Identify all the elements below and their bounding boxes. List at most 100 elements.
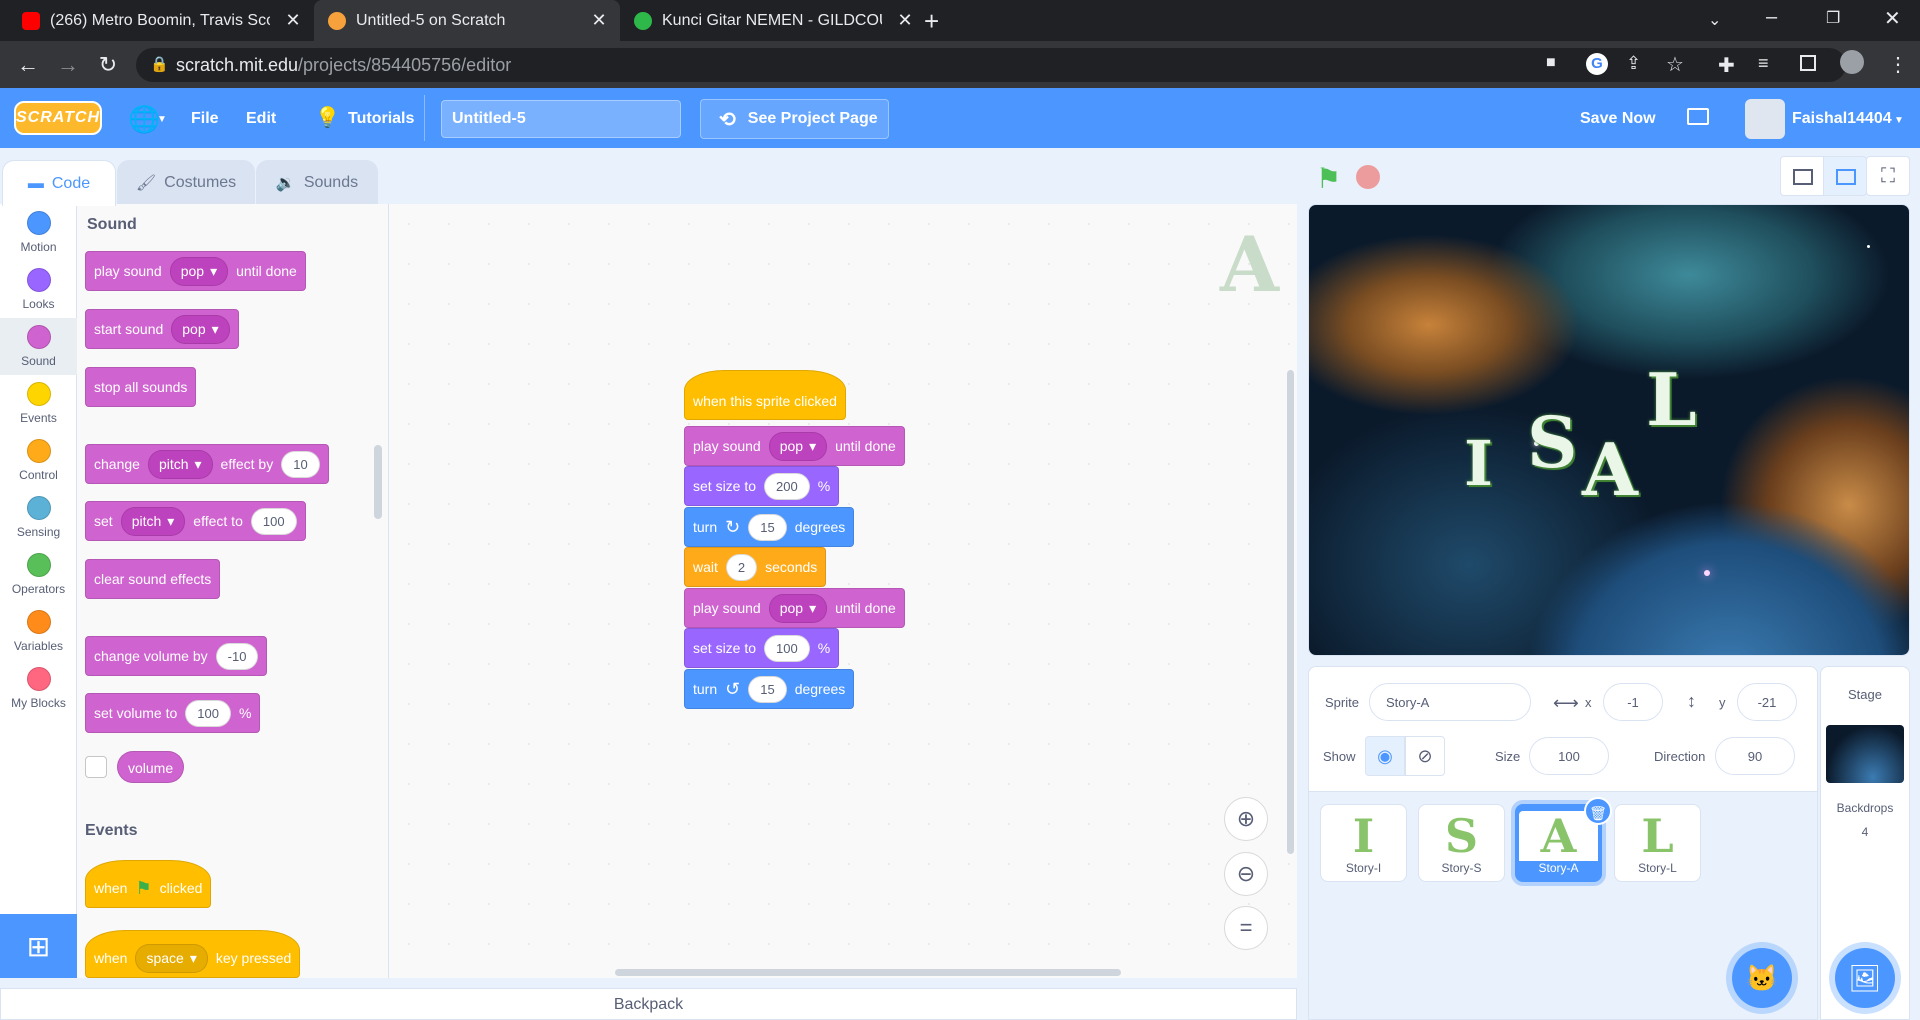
sprite-tile-story-i[interactable]: I Story-I — [1320, 804, 1407, 882]
close-icon[interactable]: ✕ — [586, 10, 612, 31]
reload-icon[interactable]: ↻ — [88, 52, 128, 78]
add-extension-button[interactable]: ⊞ — [0, 914, 77, 978]
extensions-puzzle-icon[interactable]: ✚ — [1718, 53, 1735, 78]
number-input[interactable]: 2 — [725, 553, 758, 581]
google-icon[interactable]: G — [1586, 53, 1608, 75]
block-play-sound-until-done[interactable]: play sound pop ▾ until done — [85, 251, 306, 291]
url-bar[interactable]: 🔒 scratch.mit.edu/projects/854405756/edi… — [136, 48, 1846, 82]
script-set-size-to-2[interactable]: set size to 100 % — [684, 628, 840, 668]
script-play-sound-until-done-2[interactable]: play sound pop ▾ until done — [684, 588, 905, 628]
user-avatar[interactable] — [1745, 99, 1785, 139]
bookmark-star-icon[interactable]: ☆ — [1666, 52, 1684, 77]
block-set-volume-to[interactable]: set volume to 100 % — [85, 693, 261, 733]
category-events[interactable]: Events — [0, 375, 77, 432]
number-input[interactable]: 15 — [748, 513, 787, 541]
workspace-vertical-scrollbar[interactable] — [1287, 370, 1294, 854]
number-input[interactable]: -10 — [215, 642, 259, 670]
number-input[interactable]: 200 — [764, 472, 810, 500]
number-input[interactable]: 10 — [281, 450, 320, 478]
stage-sprite-letter[interactable]: L — [1646, 357, 1697, 442]
choose-sprite-button[interactable]: 🐱 — [1732, 948, 1792, 1008]
category-operators[interactable]: Operators — [0, 546, 77, 603]
zoom-in-button[interactable]: ⊕ — [1224, 797, 1268, 841]
menu-edit[interactable]: Edit — [246, 110, 276, 128]
scratch-logo[interactable]: SCRATCH — [14, 101, 102, 135]
menu-file[interactable]: File — [191, 110, 219, 128]
choose-backdrop-button[interactable]: 🖼 — [1835, 948, 1895, 1008]
stage-sprite-letter[interactable]: A — [1582, 427, 1638, 512]
zoom-reset-button[interactable]: = — [1224, 906, 1268, 950]
direction-input[interactable]: 90 — [1715, 737, 1795, 775]
show-sprite-button[interactable]: ◉ — [1365, 736, 1405, 776]
minimize-icon[interactable]: – — [1766, 6, 1777, 29]
block-when-key-pressed[interactable]: when space ▾ key pressed — [85, 930, 301, 978]
block-set-effect-to[interactable]: set pitch ▾ effect to 100 — [85, 501, 306, 541]
number-input[interactable]: 100 — [185, 699, 231, 727]
camera-blocked-icon[interactable]: ■ — [1546, 54, 1556, 72]
category-motion[interactable]: Motion — [0, 204, 77, 261]
sound-dropdown[interactable]: pop ▾ — [171, 314, 230, 344]
save-now-button[interactable]: Save Now — [1580, 110, 1656, 128]
tab-code[interactable]: ▬ Code — [2, 160, 116, 206]
stage-sprite-letter[interactable]: I — [1464, 427, 1493, 500]
palette-scrollbar[interactable] — [374, 445, 382, 519]
category-variables[interactable]: Variables — [0, 603, 77, 660]
volume-monitor-checkbox[interactable] — [85, 756, 107, 778]
script-play-sound-until-done[interactable]: play sound pop ▾ until done — [684, 426, 905, 466]
block-when-flag-clicked[interactable]: when ⚑ clicked — [85, 860, 212, 908]
my-stuff-folder-icon[interactable] — [1687, 108, 1709, 125]
project-title-input[interactable]: Untitled-5 — [441, 100, 681, 138]
number-input[interactable]: 15 — [748, 675, 787, 703]
more-menu-icon[interactable]: ⋮ — [1888, 52, 1908, 77]
effect-dropdown[interactable]: pitch ▾ — [120, 506, 186, 536]
script-hat-when-sprite-clicked[interactable]: when this sprite clicked — [684, 370, 846, 420]
block-start-sound[interactable]: start sound pop ▾ — [85, 309, 239, 349]
block-change-volume-by[interactable]: change volume by -10 — [85, 636, 268, 676]
stage-sprite-letter[interactable]: S — [1527, 401, 1578, 484]
sound-dropdown[interactable]: pop ▾ — [768, 593, 828, 623]
window-close-icon[interactable]: ✕ — [1884, 6, 1901, 31]
y-position-input[interactable]: -21 — [1737, 683, 1797, 721]
stage-canvas[interactable]: I S A L — [1308, 204, 1910, 656]
backpack-panel[interactable]: Backpack — [0, 988, 1297, 1020]
sound-dropdown[interactable]: pop ▾ — [768, 431, 828, 461]
browser-tab-chord[interactable]: Kunci Gitar NEMEN - GILDCOUST ✕ — [620, 0, 926, 41]
hide-sprite-button[interactable]: ⊘ — [1405, 736, 1445, 776]
script-turn-right[interactable]: turn ↻ 15 degrees — [684, 507, 855, 547]
tab-sounds[interactable]: 🔉 Sounds — [256, 160, 378, 205]
tab-search-chevron-icon[interactable]: ⌄ — [1708, 10, 1721, 30]
script-wait-seconds[interactable]: wait 2 seconds — [684, 547, 827, 587]
browser-tab-scratch[interactable]: Untitled-5 on Scratch ✕ — [314, 0, 620, 41]
script-set-size-to[interactable]: set size to 200 % — [684, 466, 840, 506]
zoom-out-button[interactable]: ⊖ — [1224, 852, 1268, 896]
size-input[interactable]: 100 — [1529, 737, 1609, 775]
category-my-blocks[interactable]: My Blocks — [0, 660, 77, 717]
sprite-tile-story-l[interactable]: L Story-L — [1614, 804, 1701, 882]
script-turn-left[interactable]: turn ↺ 15 degrees — [684, 669, 855, 709]
forward-arrow-icon[interactable]: → — [48, 52, 88, 78]
block-clear-sound-effects[interactable]: clear sound effects — [85, 559, 221, 599]
effect-dropdown[interactable]: pitch ▾ — [147, 449, 213, 479]
browser-tab-youtube[interactable]: (266) Metro Boomin, Travis Scott, ✕ — [8, 0, 314, 41]
number-input[interactable]: 100 — [764, 634, 810, 662]
category-sound[interactable]: Sound — [0, 318, 77, 375]
sprite-tile-story-s[interactable]: S Story-S — [1418, 804, 1505, 882]
fullscreen-button[interactable]: ⛶ — [1866, 156, 1910, 196]
sprite-name-input[interactable]: Story-A — [1369, 683, 1531, 721]
sound-dropdown[interactable]: pop ▾ — [169, 256, 229, 286]
username-menu[interactable]: Faishal14404 — [1792, 110, 1892, 128]
block-change-effect-by[interactable]: change pitch ▾ effect by 10 — [85, 444, 329, 484]
small-stage-button[interactable] — [1780, 156, 1824, 196]
green-flag-icon[interactable]: ⚑ — [1316, 162, 1341, 195]
number-input[interactable]: 100 — [250, 507, 297, 535]
menu-tutorials[interactable]: Tutorials — [348, 110, 414, 128]
media-queue-icon[interactable]: ≡ — [1758, 53, 1769, 74]
stop-sign-icon[interactable] — [1356, 165, 1380, 189]
close-icon[interactable]: ✕ — [892, 10, 918, 31]
profile-avatar-icon[interactable] — [1840, 50, 1864, 74]
block-volume-reporter[interactable]: volume — [117, 751, 185, 783]
category-sensing[interactable]: Sensing — [0, 489, 77, 546]
block-stop-all-sounds[interactable]: stop all sounds — [85, 367, 197, 407]
workspace-horizontal-scrollbar[interactable] — [615, 969, 1121, 976]
category-control[interactable]: Control — [0, 432, 77, 489]
